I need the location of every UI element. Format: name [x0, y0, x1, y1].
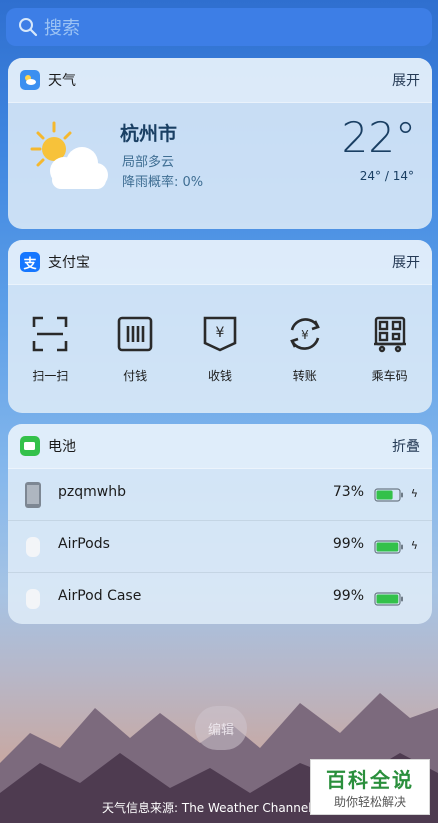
- current-temperature: 22°: [341, 113, 416, 162]
- alipay-header: 支 支付宝 展开: [8, 240, 432, 285]
- transfer-label: 转账: [292, 369, 317, 383]
- scan-label: 扫一扫: [32, 369, 69, 383]
- search-placeholder: 搜索: [44, 18, 80, 39]
- battery-collapse-button[interactable]: 折叠: [392, 436, 420, 456]
- receive-money-label: 收钱: [207, 369, 232, 383]
- alipay-actions: 扫一扫 付钱 ¥ 收钱 ¥ 转账 乘车码: [8, 285, 432, 413]
- weather-expand-button[interactable]: 展开: [392, 70, 420, 90]
- partly-cloudy-icon: [30, 121, 108, 189]
- weather-header: 天气 展开: [8, 58, 432, 103]
- device-name: AirPod Case: [58, 588, 142, 604]
- battery-percent: 99%: [332, 536, 364, 552]
- city-name: 杭州市: [120, 123, 178, 145]
- battery-widget: 电池 折叠 pzqmwhb 73% ϟ AirPods 99% ϟ AirPod Case 9…: [8, 424, 432, 624]
- alipay-expand-button[interactable]: 展开: [392, 252, 420, 272]
- rain-chance: 降雨概率: 0%: [122, 175, 204, 190]
- charging-bolt-icon: ϟ: [410, 539, 418, 552]
- weather-condition: 局部多云: [122, 155, 175, 170]
- charging-bolt-icon: ϟ: [410, 487, 418, 500]
- transit-code-label: 乘车码: [371, 369, 408, 383]
- pay-label: 付钱: [123, 369, 148, 383]
- edit-button[interactable]: 编辑: [195, 706, 247, 750]
- pay-button[interactable]: 付钱: [100, 315, 170, 384]
- battery-level-icon: [374, 592, 403, 606]
- scan-button[interactable]: 扫一扫: [15, 315, 85, 384]
- alipay-app-icon: 支: [20, 252, 40, 272]
- battery-app-icon: [20, 436, 40, 456]
- transfer-button[interactable]: ¥ 转账: [270, 315, 340, 384]
- airpods-icon: [26, 537, 40, 557]
- device-name: pzqmwhb: [58, 484, 126, 500]
- search-bar[interactable]: 搜索: [6, 8, 432, 46]
- iphone-icon: [25, 482, 41, 508]
- battery-row: AirPod Case 99%: [8, 573, 432, 624]
- svg-text:¥: ¥: [216, 325, 225, 341]
- pay-icon: [117, 316, 153, 352]
- receive-money-button[interactable]: ¥ 收钱: [185, 315, 255, 384]
- battery-header: 电池 折叠: [8, 424, 432, 469]
- airpods-icon: [26, 589, 40, 609]
- battery-percent: 73%: [332, 484, 364, 500]
- battery-title: 电池: [48, 439, 76, 455]
- device-name: AirPods: [58, 536, 110, 552]
- battery-list: pzqmwhb 73% ϟ AirPods 99% ϟ AirPod Case 99%: [8, 469, 432, 624]
- transit-code-button[interactable]: 乘车码: [355, 315, 425, 384]
- temperature-range: 24° / 14°: [359, 169, 414, 183]
- battery-row: pzqmwhb 73% ϟ: [8, 469, 432, 521]
- weather-app-icon: [20, 70, 40, 90]
- weather-title: 天气: [48, 73, 76, 89]
- transit-code-icon: [373, 316, 406, 353]
- svg-text:¥: ¥: [301, 328, 309, 342]
- receive-money-icon: ¥: [203, 316, 237, 352]
- weather-content: 杭州市 局部多云 降雨概率: 0% 22° 24° / 14°: [8, 103, 432, 229]
- battery-row: AirPods 99% ϟ: [8, 521, 432, 573]
- watermark-subtitle: 助你轻松解决: [333, 795, 406, 809]
- alipay-widget: 支 支付宝 展开 扫一扫 付钱 ¥ 收钱 ¥ 转账 乘车码: [8, 240, 432, 413]
- scan-icon: [33, 316, 68, 352]
- transfer-icon: ¥: [289, 318, 320, 350]
- weather-widget[interactable]: 天气 展开 杭州市 局部多云 降雨概率: 0% 22° 24° / 14°: [8, 58, 432, 229]
- alipay-title: 支付宝: [48, 255, 90, 271]
- battery-percent: 99%: [332, 588, 364, 604]
- weather-source: 天气信息来源: The Weather Channel: [102, 801, 312, 815]
- battery-level-icon: [374, 488, 403, 502]
- search-icon: [19, 18, 38, 37]
- watermark-title: 百科全说: [326, 768, 414, 792]
- battery-level-icon: [374, 540, 403, 554]
- watermark-logo: 百科全说 助你轻松解决: [310, 759, 430, 815]
